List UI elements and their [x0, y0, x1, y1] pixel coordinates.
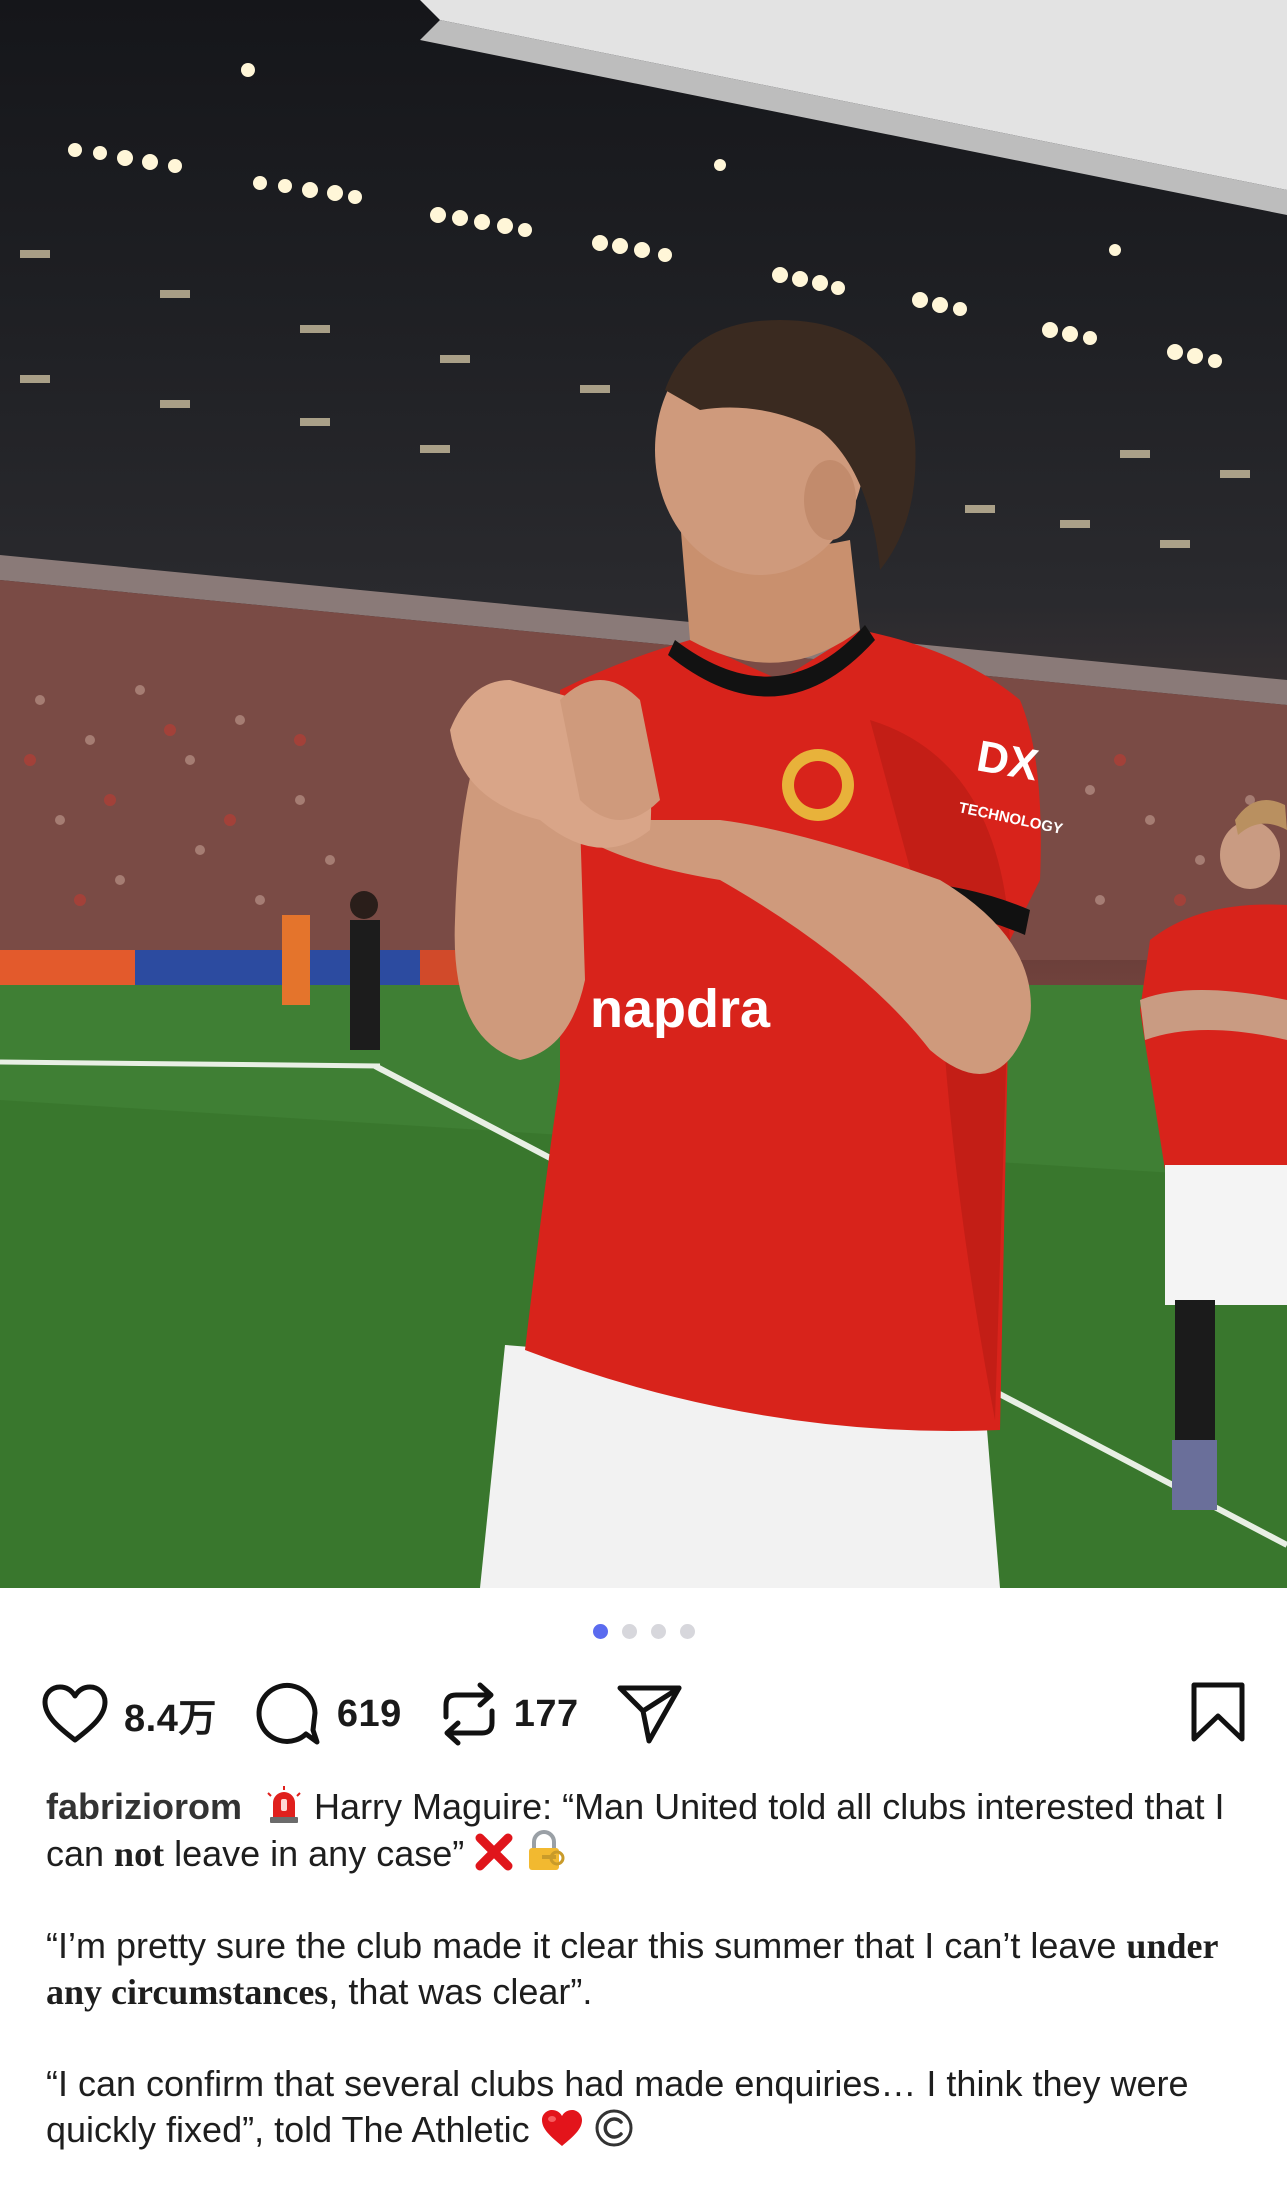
main-player: DX — [450, 320, 1042, 1588]
heart-emoji — [541, 2110, 582, 2146]
like-button[interactable]: 8.4万 — [40, 1682, 217, 1746]
caption-paragraph-2: “I’m pretty sure the club made it clear … — [46, 1923, 1246, 2015]
carousel-dot[interactable] — [650, 1624, 666, 1639]
bookmark-icon — [1191, 1682, 1245, 1741]
bookmark-button[interactable] — [1189, 1680, 1247, 1749]
caption-emphasis: not — [114, 1834, 165, 1874]
stadium-scene: DX napdra TECHNOLOGY — [0, 0, 1287, 1588]
repost-icon — [443, 1682, 495, 1746]
post-action-bar: 8.4万 619 177 — [40, 1678, 1247, 1750]
comment-count: 619 — [336, 1692, 402, 1735]
post-username[interactable]: fabriziorom — [46, 1786, 242, 1827]
carousel-dot[interactable] — [679, 1624, 695, 1639]
repost-button[interactable]: 177 — [438, 1681, 579, 1747]
comment-button[interactable]: 619 — [253, 1680, 402, 1748]
post-photo[interactable]: DX napdra TECHNOLOGY — [0, 0, 1287, 1588]
carousel-dot-active[interactable] — [592, 1624, 608, 1639]
heart-icon — [42, 1684, 108, 1743]
caption-paragraph-1: fabriziorom Harry Maguire: “Man United t… — [46, 1784, 1246, 1877]
jersey-sponsor-text: napdra — [590, 979, 771, 1039]
siren-emoji — [267, 1786, 301, 1823]
caption-text-part: “I’m pretty sure the club made it clear … — [46, 1925, 1127, 1966]
lock-key-emoji — [529, 1830, 565, 1870]
post-caption: fabriziorom Harry Maguire: “Man United t… — [46, 1784, 1246, 2187]
carousel-dot[interactable] — [621, 1624, 637, 1639]
svg-text:DX: DX — [973, 732, 1042, 791]
like-count: 8.4万 — [124, 1697, 217, 1740]
comment-icon — [256, 1682, 320, 1745]
repost-count: 177 — [513, 1692, 579, 1735]
cross-emoji — [475, 1833, 513, 1871]
share-icon — [617, 1685, 682, 1744]
carousel-indicator — [0, 1624, 1287, 1639]
copyright-emoji — [595, 2109, 633, 2147]
share-button[interactable] — [615, 1681, 685, 1747]
caption-text-part: leave in any case” — [164, 1833, 465, 1874]
caption-text-part: , that was clear”. — [328, 1971, 593, 2012]
caption-paragraph-3: “I can confirm that several clubs had ma… — [46, 2061, 1246, 2153]
